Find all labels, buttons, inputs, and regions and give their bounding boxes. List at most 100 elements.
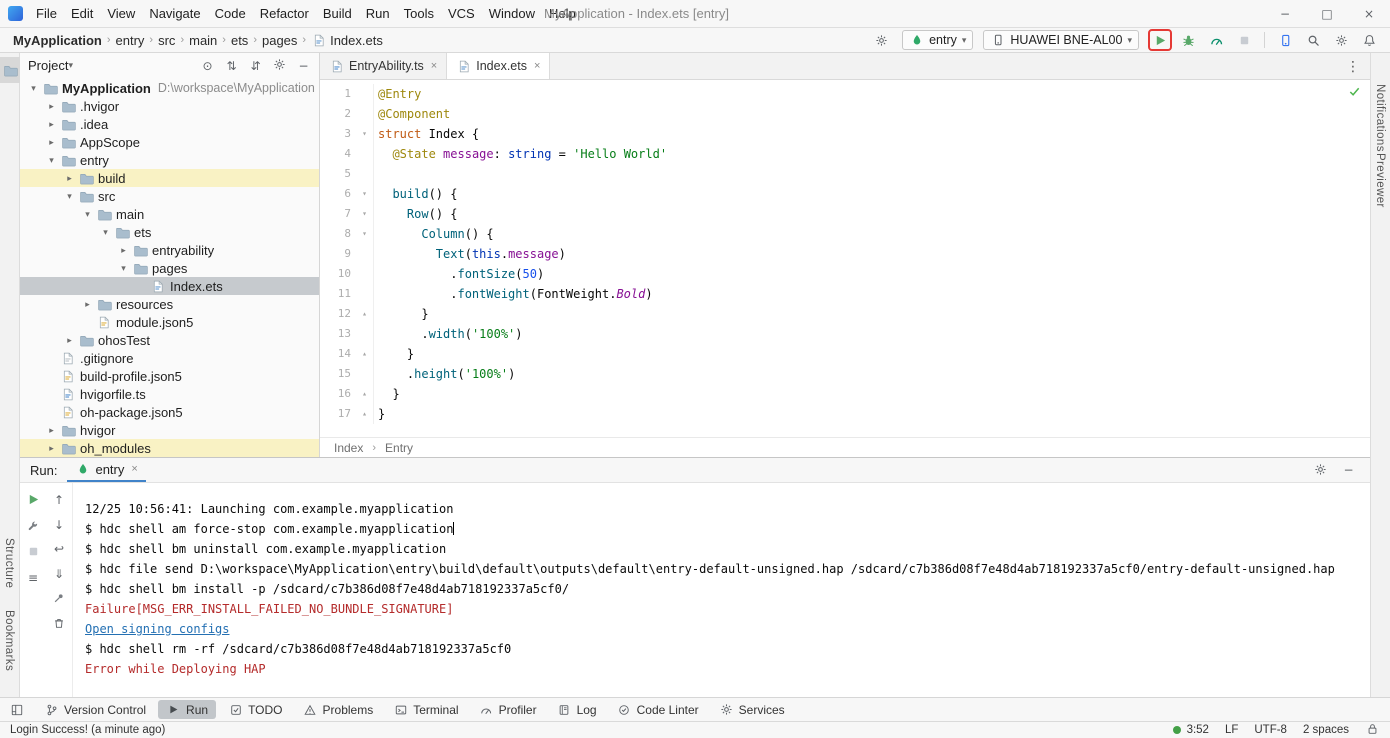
tree-collapse-arrow-icon[interactable]: ▾	[26, 83, 41, 94]
menu-edit[interactable]: Edit	[64, 0, 100, 27]
editor-breadcrumb-index[interactable]: Index	[334, 441, 363, 455]
editor-tab-entryability-ts[interactable]: EntryAbility.ts×	[320, 53, 447, 79]
menu-vcs[interactable]: VCS	[441, 0, 482, 27]
run-tab-entry[interactable]: entry ×	[67, 458, 145, 482]
tool-button-terminal[interactable]: Terminal	[385, 700, 466, 719]
tree-item-build[interactable]: ▸build	[20, 169, 319, 187]
hide-panel-button[interactable]: −	[296, 58, 311, 74]
tree-item-myapplication[interactable]: ▾MyApplicationD:\workspace\MyApplication	[20, 79, 319, 97]
fold-marker-icon[interactable]: ▴	[356, 384, 374, 404]
tool-button-version-control[interactable]: Version Control	[36, 700, 154, 719]
breadcrumb-item-main[interactable]: main	[186, 33, 220, 48]
tree-item-entry[interactable]: ▾entry	[20, 151, 319, 169]
soft-wrap-button[interactable]: ↩	[52, 541, 67, 557]
fold-marker-icon[interactable]: ▴	[356, 304, 374, 324]
editor-tab-index-ets[interactable]: Index.ets×	[447, 53, 550, 79]
device-selector[interactable]: HUAWEI BNE-AL00 ▾	[983, 30, 1139, 50]
tool-stripe-notifications[interactable]: Notifications	[1374, 84, 1386, 152]
tree-item-hvigor[interactable]: ▸hvigor	[20, 421, 319, 439]
tree-expand-arrow-icon[interactable]: ▸	[44, 119, 59, 130]
breadcrumb-item-index-ets[interactable]: Index.ets	[308, 33, 386, 48]
tree-expand-arrow-icon[interactable]: ▸	[62, 173, 77, 184]
hide-run-panel-button[interactable]: −	[1341, 462, 1356, 478]
clear-all-button[interactable]	[52, 616, 67, 633]
tree-expand-arrow-icon[interactable]: ▸	[116, 245, 131, 256]
tool-stripe-bookmarks[interactable]: Bookmarks	[3, 610, 15, 671]
tool-button-services[interactable]: Services	[711, 700, 793, 719]
tree-item-oh-package-json5[interactable]: oh-package.json5	[20, 403, 319, 421]
tree-item-ohostest[interactable]: ▸ohosTest	[20, 331, 319, 349]
project-panel-title[interactable]: Project	[28, 58, 68, 73]
tree-item-ets[interactable]: ▾ets	[20, 223, 319, 241]
encoding-indicator[interactable]: UTF-8	[1254, 724, 1287, 736]
readonly-lock-icon[interactable]	[1365, 722, 1380, 738]
fold-marker-icon[interactable]: ▾	[356, 204, 374, 224]
tree-item-main[interactable]: ▾main	[20, 205, 319, 223]
tree-item-src[interactable]: ▾src	[20, 187, 319, 205]
tool-button-log[interactable]: Log	[549, 700, 605, 719]
tree-expand-arrow-icon[interactable]: ▸	[44, 137, 59, 148]
tree-item-entryability[interactable]: ▸entryability	[20, 241, 319, 259]
close-tab-icon[interactable]: ×	[431, 60, 437, 72]
ide-settings-button[interactable]	[870, 30, 892, 50]
run-console[interactable]: 12/25 10:56:41: Launching com.example.my…	[72, 483, 1370, 697]
menu-view[interactable]: View	[100, 0, 142, 27]
tool-stripe-structure[interactable]: Structure	[3, 538, 15, 588]
breadcrumb-item-src[interactable]: src	[155, 33, 178, 48]
scroll-to-end-button[interactable]: ⇓	[52, 566, 67, 582]
tree-item-pages[interactable]: ▾pages	[20, 259, 319, 277]
tree-item-idea[interactable]: ▸.idea	[20, 115, 319, 133]
fold-marker-icon[interactable]: ▾	[356, 184, 374, 204]
menu-tools[interactable]: Tools	[397, 0, 441, 27]
tree-expand-arrow-icon[interactable]: ▸	[44, 425, 59, 436]
tree-item-resources[interactable]: ▸resources	[20, 295, 319, 313]
tree-collapse-arrow-icon[interactable]: ▾	[80, 209, 95, 220]
tree-collapse-arrow-icon[interactable]: ▾	[44, 155, 59, 166]
run-button[interactable]	[1149, 30, 1171, 50]
tree-item-module-json5[interactable]: module.json5	[20, 313, 319, 331]
menu-build[interactable]: Build	[316, 0, 359, 27]
breadcrumb-item-myapplication[interactable]: MyApplication	[10, 33, 105, 48]
menu-window[interactable]: Window	[482, 0, 542, 27]
tree-expand-arrow-icon[interactable]: ▸	[80, 299, 95, 310]
panel-settings-button[interactable]	[272, 57, 287, 74]
tool-button-code-linter[interactable]: Code Linter	[609, 700, 707, 719]
breadcrumb-item-entry[interactable]: entry	[113, 33, 148, 48]
tree-item-hvigor[interactable]: ▸.hvigor	[20, 97, 319, 115]
fold-marker-icon[interactable]: ▾	[356, 124, 374, 144]
search-everywhere-button[interactable]	[1302, 30, 1324, 50]
fold-marker-icon[interactable]: ▴	[356, 404, 374, 424]
device-manager-button[interactable]	[1274, 30, 1296, 50]
tree-expand-arrow-icon[interactable]: ▸	[62, 335, 77, 346]
tree-item-hvigorfile-ts[interactable]: hvigorfile.ts	[20, 385, 319, 403]
indent-indicator[interactable]: 2 spaces	[1303, 724, 1349, 736]
rerun-button[interactable]	[26, 492, 41, 509]
tree-item-index-ets[interactable]: Index.ets	[20, 277, 319, 295]
tree-expand-arrow-icon[interactable]: ▸	[44, 101, 59, 112]
menu-navigate[interactable]: Navigate	[142, 0, 207, 27]
tool-window-switcher[interactable]	[6, 702, 28, 717]
tool-button-profiler[interactable]: Profiler	[471, 700, 545, 719]
breadcrumb-item-ets[interactable]: ets	[228, 33, 251, 48]
tree-collapse-arrow-icon[interactable]: ▾	[62, 191, 77, 202]
expand-all-button[interactable]: ⇅	[224, 58, 239, 74]
code-editor[interactable]: 1@Entry2@Component3▾struct Index {4 @Sta…	[320, 80, 1370, 424]
debug-button[interactable]	[1177, 30, 1199, 50]
close-button[interactable]: ×	[1348, 0, 1390, 27]
tree-collapse-arrow-icon[interactable]: ▾	[98, 227, 113, 238]
settings-button[interactable]	[1330, 30, 1352, 50]
tree-expand-arrow-icon[interactable]: ▸	[44, 443, 59, 454]
caret-position[interactable]: 3:52	[1187, 724, 1209, 736]
tool-button-todo[interactable]: TODO	[220, 700, 290, 719]
pin-button[interactable]	[52, 590, 67, 607]
menu-refactor[interactable]: Refactor	[253, 0, 316, 27]
tree-item-appscope[interactable]: ▸AppScope	[20, 133, 319, 151]
breadcrumb-item-pages[interactable]: pages	[259, 33, 300, 48]
editor-tab-options-icon[interactable]: ⋮	[1336, 53, 1370, 79]
profiler-button[interactable]	[1205, 30, 1227, 50]
tree-item-gitignore[interactable]: .gitignore	[20, 349, 319, 367]
locate-file-button[interactable]: ⊙	[200, 58, 215, 74]
maximize-button[interactable]: □	[1306, 0, 1348, 27]
tool-stripe-previewer[interactable]: Previewer	[1374, 153, 1386, 208]
run-panel-settings-button[interactable]	[1313, 462, 1328, 479]
